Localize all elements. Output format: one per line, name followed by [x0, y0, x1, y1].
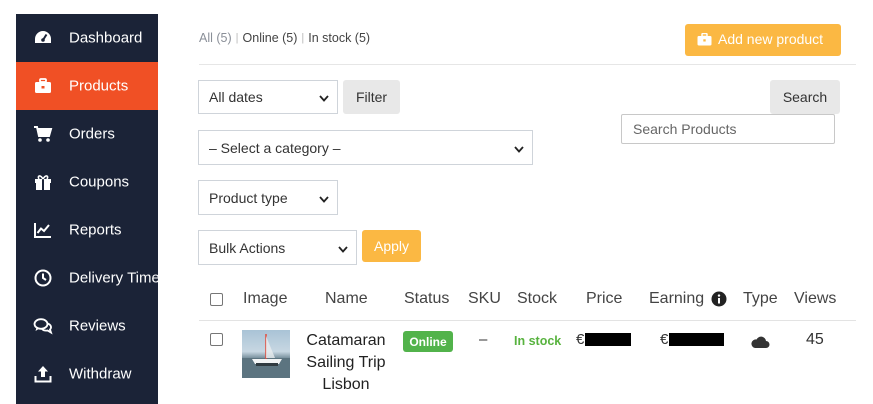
tab-all[interactable]: All (5) — [199, 31, 232, 45]
dates-select[interactable]: All dates — [198, 80, 338, 114]
add-new-product-button[interactable]: Add new product — [685, 24, 841, 56]
clock-icon — [32, 267, 54, 289]
status-filter-tabs: All (5) | Online (5) | In stock (5) — [199, 31, 370, 45]
sidebar-item-label: Products — [69, 77, 129, 95]
dates-select-value: All dates — [209, 89, 263, 105]
chevron-down-icon — [338, 240, 348, 256]
category-select-value: – Select a category – — [209, 139, 341, 156]
dashboard-gauge-icon — [32, 27, 54, 49]
briefcase-icon — [697, 32, 712, 49]
sidebar-item-dashboard[interactable]: Dashboard — [16, 14, 158, 62]
row-checkbox[interactable] — [210, 333, 223, 346]
column-header-type: Type — [743, 290, 778, 307]
earning-value: € — [660, 331, 725, 348]
sidebar-nav: Dashboard Products Orders Coupons Report… — [16, 14, 158, 404]
sidebar-item-delivery-time[interactable]: Delivery Time — [16, 254, 158, 302]
price-currency: € — [576, 331, 585, 348]
sidebar-item-label: Delivery Time — [69, 269, 158, 287]
filter-button[interactable]: Filter — [343, 80, 400, 114]
column-header-earning: Earning — [649, 290, 705, 307]
price-redacted — [585, 333, 632, 346]
sidebar-item-reports[interactable]: Reports — [16, 206, 158, 254]
sidebar-item-reviews[interactable]: Reviews — [16, 302, 158, 350]
sidebar-item-label: Orders — [69, 125, 115, 143]
sidebar-item-label: Reports — [69, 221, 122, 239]
chevron-down-icon — [514, 140, 524, 156]
tab-in-stock[interactable]: In stock (5) — [308, 31, 370, 45]
earning-redacted — [669, 333, 725, 346]
sidebar-item-label: Reviews — [69, 317, 126, 335]
tab-separator: | — [235, 32, 239, 44]
sidebar-item-label: Withdraw — [69, 365, 132, 383]
info-icon[interactable] — [711, 291, 727, 312]
column-header-views: Views — [794, 290, 837, 307]
search-input[interactable]: Search Products — [621, 114, 835, 144]
search-placeholder: Search Products — [633, 121, 737, 137]
cloud-icon — [750, 335, 770, 354]
sku-value: – — [479, 331, 488, 348]
column-header-price[interactable]: Price — [586, 290, 622, 308]
sidebar-item-withdraw[interactable]: Withdraw — [16, 350, 158, 398]
product-name-link[interactable]: Catamaran Sailing Trip Lisbon — [300, 330, 392, 396]
sidebar-item-orders[interactable]: Orders — [16, 110, 158, 158]
upload-icon — [32, 363, 54, 385]
cart-icon — [32, 123, 54, 145]
column-header-status: Status — [404, 290, 450, 307]
views-count: 45 — [806, 331, 824, 348]
sidebar-item-coupons[interactable]: Coupons — [16, 158, 158, 206]
product-thumbnail[interactable] — [242, 330, 290, 378]
price-value: € — [576, 331, 632, 348]
column-header-sku[interactable]: SKU — [468, 290, 501, 308]
sidebar-item-label: Coupons — [69, 173, 130, 191]
chevron-down-icon — [319, 89, 329, 105]
chevron-down-icon — [319, 190, 329, 206]
briefcase-icon — [32, 75, 54, 97]
search-button[interactable]: Search — [770, 80, 840, 114]
add-new-product-label: Add new product — [718, 31, 824, 47]
stock-status: In stock — [514, 334, 562, 348]
product-type-select-value: Product type — [209, 189, 288, 206]
tabs-divider — [199, 64, 856, 65]
tab-separator: | — [301, 32, 305, 44]
tab-online[interactable]: Online (5) — [243, 31, 298, 45]
apply-button[interactable]: Apply — [362, 230, 421, 262]
column-header-name[interactable]: Name — [325, 290, 368, 308]
bulk-actions-select[interactable]: Bulk Actions — [198, 230, 357, 265]
product-type-select[interactable]: Product type — [198, 180, 338, 215]
category-select[interactable]: – Select a category – — [198, 130, 533, 165]
table-header-divider — [199, 320, 856, 321]
comments-icon — [32, 315, 54, 337]
earning-currency: € — [660, 331, 669, 348]
select-all-checkbox[interactable] — [210, 293, 223, 306]
status-badge: Online — [403, 331, 453, 352]
gift-icon — [32, 171, 54, 193]
bulk-actions-select-value: Bulk Actions — [209, 239, 286, 256]
column-header-image: Image — [243, 290, 288, 307]
sidebar-item-label: Dashboard — [69, 29, 143, 47]
sidebar-item-products[interactable]: Products — [16, 62, 158, 110]
chart-line-icon — [32, 219, 54, 241]
column-header-stock: Stock — [517, 290, 558, 307]
